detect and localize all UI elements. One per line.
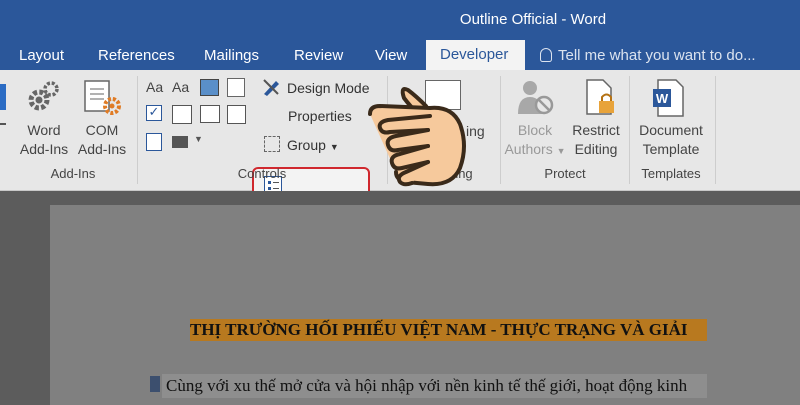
title-bar: Outline Official - Word: [0, 0, 800, 40]
svg-text:W: W: [656, 91, 669, 106]
group-label-addins: Add-Ins: [50, 166, 96, 181]
document-template-button[interactable]: Document Template: [633, 121, 709, 159]
tell-me-text: Tell me what you want to do...: [558, 47, 756, 64]
lightbulb-icon: [540, 48, 552, 62]
document-template-line2: Template: [642, 141, 700, 157]
group-label-controls: Controls: [237, 166, 287, 181]
block-authors-line1: Block: [517, 122, 553, 138]
tell-me-box[interactable]: Tell me what you want to do...: [540, 47, 756, 64]
group-separator: [137, 76, 138, 184]
block-authors-line2-text: Authors: [504, 141, 553, 157]
tab-developer[interactable]: Developer: [426, 40, 525, 70]
ribbon-tabs: Layout References Mailings Review View D…: [0, 40, 800, 70]
group-label-templates: Templates: [641, 166, 701, 181]
group-icon[interactable]: [264, 136, 280, 152]
block-authors-line2: Authors ▼: [500, 140, 570, 161]
block-authors-icon[interactable]: [517, 78, 555, 123]
document-template-line1: Document: [639, 122, 703, 138]
com-addins-line1: COM: [85, 122, 119, 138]
design-mode-button[interactable]: Design Mode: [287, 80, 370, 96]
document-paragraph[interactable]: Cùng với xu thế mở cửa và hội nhập với n…: [162, 374, 708, 398]
group-label: Group: [287, 137, 326, 153]
tab-mailings[interactable]: Mailings: [204, 47, 259, 64]
com-addins-line2: Add-Ins: [77, 141, 127, 157]
gear-icon[interactable]: [24, 80, 60, 121]
block-authors-button[interactable]: Block Authors ▼: [500, 121, 570, 161]
restrict-editing-line1: Restrict: [572, 122, 620, 138]
properties-button[interactable]: Properties: [288, 108, 352, 124]
combo-box-icon[interactable]: [172, 105, 192, 124]
repeating-section-icon[interactable]: [146, 133, 162, 151]
date-picker-icon[interactable]: [227, 105, 246, 124]
partial-icon: [0, 84, 6, 110]
group-button[interactable]: Group ▼: [287, 137, 339, 153]
paragraph-anchor-icon: [150, 376, 160, 392]
tab-references[interactable]: References: [98, 47, 175, 64]
dropdown-list-icon[interactable]: [200, 105, 220, 123]
picture-control-icon[interactable]: [200, 79, 219, 96]
restrict-editing-line2: Editing: [574, 141, 618, 157]
document-template-icon[interactable]: W: [651, 78, 685, 123]
partial-icon-mark: [0, 123, 6, 125]
restrict-editing-icon[interactable]: [584, 78, 618, 123]
building-block-icon[interactable]: [227, 78, 245, 97]
checkbox-control-icon[interactable]: ✓: [146, 105, 162, 121]
word-addins-button[interactable]: Word Add-Ins: [14, 121, 74, 159]
restrict-editing-button[interactable]: Restrict Editing: [566, 121, 626, 159]
legacy-tools-chevron-icon[interactable]: ▼: [194, 134, 203, 144]
rich-text-control-icon[interactable]: Aa: [146, 79, 163, 95]
group-label-protect: Protect: [544, 166, 586, 181]
document-heading[interactable]: THỊ TRƯỜNG HỐI PHIẾU VIỆT NAM - THỰC TRẠ…: [190, 319, 708, 341]
com-addins-icon[interactable]: [82, 78, 122, 123]
legacy-tools-icon[interactable]: [172, 136, 188, 148]
block-authors-chevron-icon: ▼: [556, 146, 566, 156]
window-title: Outline Official - Word: [459, 11, 607, 28]
tab-view[interactable]: View: [375, 47, 407, 64]
pointing-hand-icon: [368, 80, 478, 197]
group-chevron-icon: ▼: [329, 142, 339, 152]
design-mode-icon[interactable]: [262, 78, 282, 101]
tab-review[interactable]: Review: [294, 47, 343, 64]
word-addins-line1: Word: [27, 122, 61, 138]
com-addins-button[interactable]: COM Add-Ins: [72, 121, 132, 159]
group-separator: [629, 76, 630, 184]
group-separator: [715, 76, 716, 184]
tab-layout[interactable]: Layout: [19, 47, 64, 64]
word-addins-line2: Add-Ins: [19, 141, 69, 157]
plain-text-control-icon[interactable]: Aa: [172, 79, 189, 95]
